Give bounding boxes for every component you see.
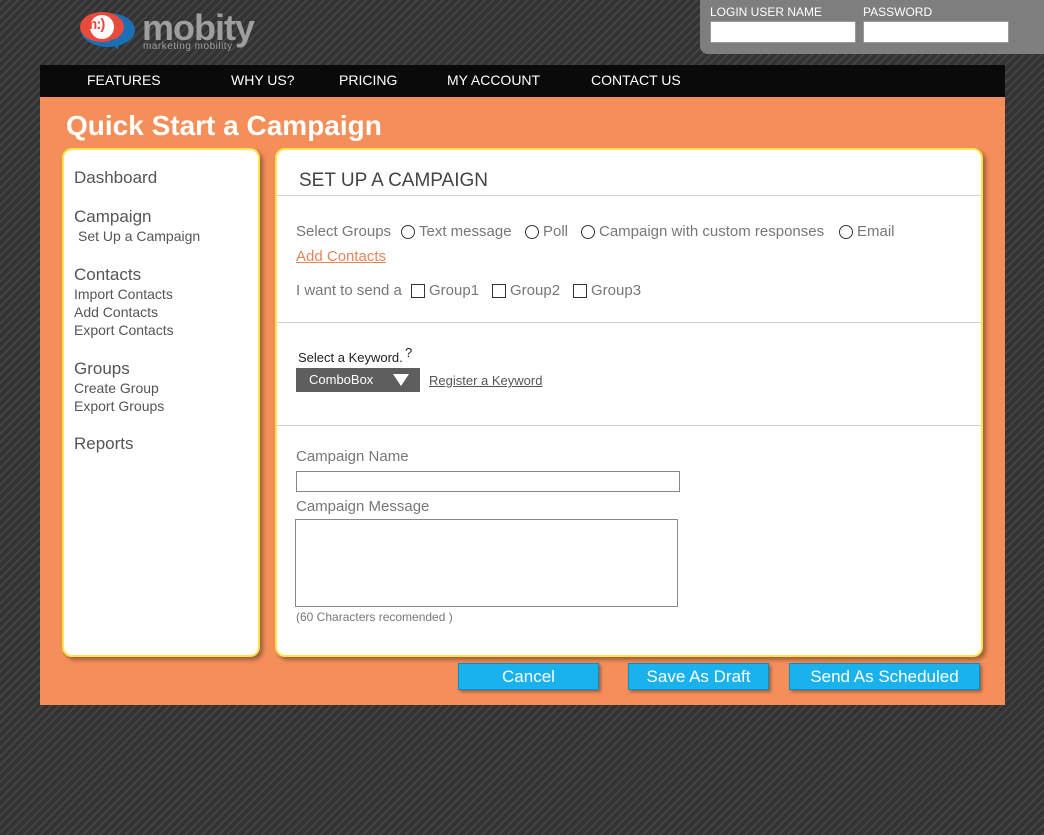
- sidebar-item-export-groups[interactable]: Export Groups: [74, 398, 164, 414]
- login-password-label: PASSWORD: [863, 5, 933, 19]
- sidebar-item-create-group[interactable]: Create Group: [74, 380, 159, 396]
- checkbox-group1-label: Group1: [429, 282, 480, 299]
- campaign-message-textarea[interactable]: [295, 519, 678, 607]
- campaign-panel: SET UP A CAMPAIGN Select Groups Text mes…: [275, 148, 983, 657]
- sidebar-item-set-up-campaign[interactable]: Set Up a Campaign: [78, 228, 200, 244]
- campaign-message-label: Campaign Message: [296, 498, 430, 515]
- logo-tagline: marketing mobility: [143, 41, 233, 52]
- sidebar-groups[interactable]: Groups: [74, 359, 130, 379]
- campaign-name-input[interactable]: [296, 471, 680, 492]
- checkbox-group1[interactable]: [411, 284, 425, 298]
- radio-custom-responses[interactable]: [581, 225, 595, 239]
- char-hint: (60 Characters recomended ): [296, 610, 453, 624]
- sidebar-item-add-contacts[interactable]: Add Contacts: [74, 304, 158, 320]
- add-contacts-link[interactable]: Add Contacts: [296, 248, 386, 265]
- keyword-combobox-value: ComboBox: [309, 372, 374, 387]
- sidebar-dashboard[interactable]: Dashboard: [74, 168, 157, 188]
- logo-mark-text: m:): [84, 16, 105, 33]
- radio-email-label: Email: [857, 223, 895, 240]
- chevron-down-icon: [393, 374, 409, 386]
- send-label: I want to send a: [296, 282, 402, 299]
- send-scheduled-button[interactable]: Send As Scheduled: [789, 663, 980, 690]
- divider: [277, 425, 981, 426]
- nav-why-us[interactable]: WHY US?: [231, 72, 295, 88]
- register-keyword-link[interactable]: Register a Keyword: [429, 373, 542, 388]
- sidebar-campaign[interactable]: Campaign: [74, 207, 152, 227]
- sidebar-item-export-contacts[interactable]: Export Contacts: [74, 322, 174, 338]
- keyword-label: Select a Keyword.: [298, 350, 403, 365]
- checkbox-group2-label: Group2: [510, 282, 561, 299]
- keyword-combobox[interactable]: ComboBox: [296, 368, 420, 392]
- top-nav: FEATURES WHY US? PRICING MY ACCOUNT CONT…: [40, 65, 1005, 97]
- radio-poll[interactable]: [525, 225, 539, 239]
- nav-features[interactable]: FEATURES: [87, 72, 161, 88]
- login-username-input[interactable]: [710, 21, 856, 43]
- sidebar-item-import-contacts[interactable]: Import Contacts: [74, 286, 173, 302]
- login-username-label: LOGIN USER NAME: [710, 5, 823, 19]
- keyword-help-icon[interactable]: ?: [405, 345, 412, 360]
- nav-contact-us[interactable]: CONTACT US: [591, 72, 681, 88]
- sidebar-contacts[interactable]: Contacts: [74, 265, 141, 285]
- nav-pricing[interactable]: PRICING: [339, 72, 397, 88]
- divider: [277, 195, 981, 196]
- sidebar-reports[interactable]: Reports: [74, 434, 134, 454]
- sidebar: Dashboard Campaign Set Up a Campaign Con…: [62, 148, 260, 657]
- radio-custom-responses-label: Campaign with custom responses: [599, 223, 825, 240]
- cancel-button[interactable]: Cancel: [458, 663, 599, 690]
- radio-email[interactable]: [839, 225, 853, 239]
- checkbox-group3[interactable]: [573, 284, 587, 298]
- checkbox-group3-label: Group3: [591, 282, 642, 299]
- radio-text-message-label: Text message: [419, 223, 512, 240]
- radio-poll-label: Poll: [543, 223, 569, 240]
- radio-text-message[interactable]: [401, 225, 415, 239]
- save-draft-button[interactable]: Save As Draft: [628, 663, 769, 690]
- nav-my-account[interactable]: MY ACCOUNT: [447, 72, 540, 88]
- campaign-name-label: Campaign Name: [296, 448, 409, 465]
- divider: [277, 322, 981, 323]
- select-groups-label: Select Groups: [296, 223, 392, 240]
- panel-title: SET UP A CAMPAIGN: [299, 170, 489, 191]
- page-title: Quick Start a Campaign: [66, 110, 382, 141]
- login-password-input[interactable]: [863, 21, 1009, 43]
- checkbox-group2[interactable]: [492, 284, 506, 298]
- login-panel: LOGIN USER NAME PASSWORD: [700, 0, 1044, 54]
